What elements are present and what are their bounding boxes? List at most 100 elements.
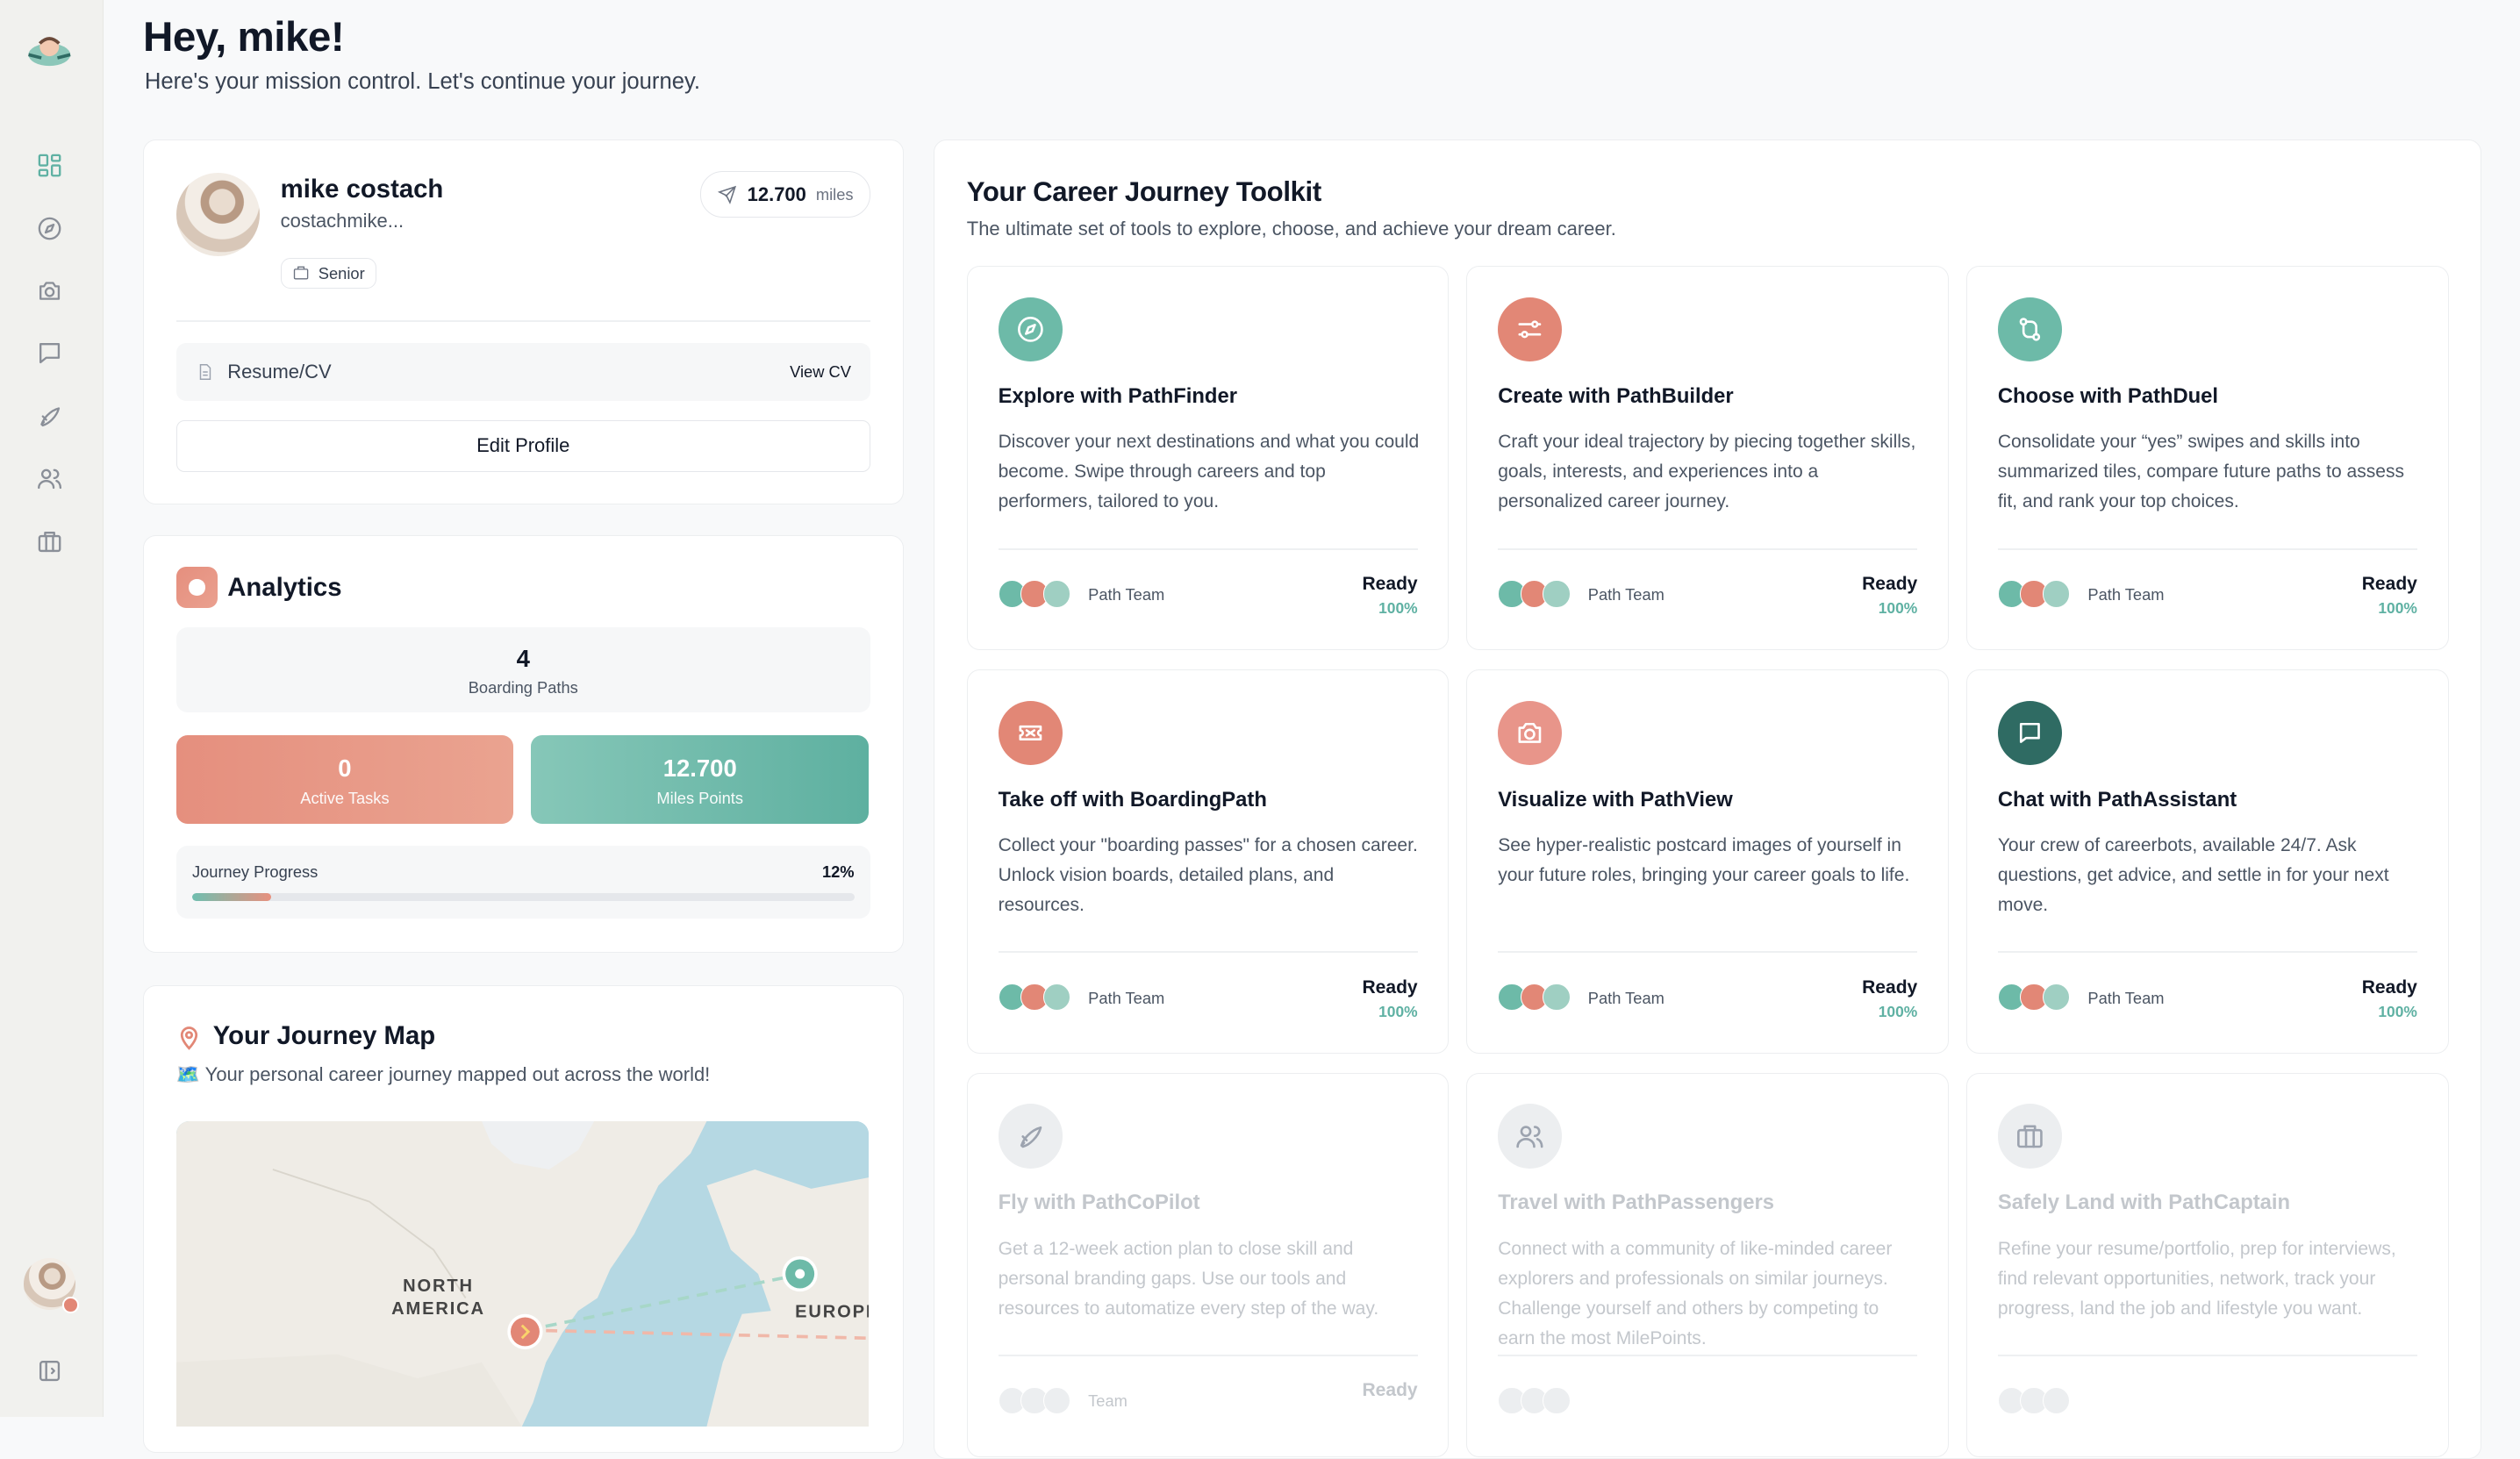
team-avatars (1498, 983, 1575, 1012)
team-avatars (998, 983, 1076, 1012)
origin-marker[interactable] (510, 1317, 540, 1347)
status-percent: 100% (2378, 1003, 2417, 1021)
tool-description: Consolidate your “yes” swipes and skills… (1997, 432, 2405, 512)
tool-card[interactable]: Explore with PathFinder Discover your nex… (966, 266, 1450, 651)
profile-name: mike costach (280, 174, 444, 204)
profile-card: mike costach costachmike... Senior 12.70… (143, 139, 904, 505)
status-label: Ready (1362, 1380, 1418, 1401)
status-label: Ready (1862, 574, 1918, 595)
status-percent: 100% (2378, 599, 2417, 618)
seniority-badge: Senior (280, 258, 377, 290)
boarding-paths-label: Boarding Paths (468, 677, 578, 697)
tool-title: Explore with PathFinder (998, 383, 1237, 408)
journey-map-subtitle: 🗺️ Your personal career journey mapped o… (175, 1062, 711, 1085)
team-label: Path Team (1587, 988, 1664, 1007)
map-label-north: NORTH (403, 1277, 474, 1296)
miles-points-value: 12.700 (662, 755, 737, 782)
divider (175, 320, 870, 323)
compare-icon (1997, 297, 2063, 362)
boarding-paths-stat: 4 Boarding Paths (175, 627, 870, 713)
tool-title: Safely Land with PathCaptain (1997, 1191, 2291, 1215)
map-pin-icon (180, 1026, 197, 1050)
divider (998, 1355, 1418, 1356)
team-label: Path Team (2087, 988, 2165, 1007)
tool-title: Visualize with PathView (1498, 787, 1733, 812)
team-label: Path Team (1088, 988, 1165, 1007)
journey-map-title: Your Journey Map (212, 1021, 436, 1051)
map-label-america: AMERICA (391, 1298, 485, 1318)
tool-card[interactable]: Create with PathBuilder Craft your ideal … (1466, 266, 1950, 651)
journey-map-card: Your Journey Map 🗺️ Your personal career… (143, 984, 904, 1453)
camera-icon[interactable] (33, 275, 66, 307)
active-tasks-label: Active Tasks (300, 789, 390, 808)
dashboard-icon[interactable] (33, 149, 66, 182)
status-label: Ready (2361, 574, 2417, 595)
tool-title: Travel with PathPassengers (1498, 1191, 1774, 1215)
chat-icon[interactable] (33, 338, 66, 370)
tool-description: Collect your "boarding passes" for a cho… (998, 835, 1418, 916)
team-avatars (1997, 983, 2075, 1012)
view-cv-link[interactable]: View CV (790, 362, 851, 382)
tool-card[interactable]: Fly with PathCoPilot Get a 12-week action… (966, 1072, 1450, 1457)
tool-card[interactable]: Safely Land with PathCaptain Refine your … (1966, 1072, 2449, 1457)
divider (998, 951, 1418, 954)
users-icon[interactable] (33, 463, 66, 496)
team-label: Path Team (2087, 584, 2165, 604)
world-map[interactable]: NORTH AMERICA EUROPE (175, 1120, 870, 1427)
team-avatars (1997, 1386, 2075, 1416)
divider (1498, 547, 1918, 550)
analytics-icon (175, 566, 218, 609)
tool-description: Craft your ideal trajectory by piecing t… (1498, 432, 1916, 512)
divider (998, 547, 1418, 550)
rocket-icon[interactable] (33, 400, 66, 433)
status-label: Ready (2361, 976, 2417, 998)
status-percent: 100% (1378, 1003, 1418, 1021)
team-avatars (998, 1386, 1076, 1416)
journey-progress: Journey Progress 12% (175, 846, 870, 919)
status-dot (62, 1297, 80, 1313)
tool-card[interactable]: Visualize with PathView See hyper-realist… (1466, 669, 1950, 1054)
chat-icon (1997, 700, 2063, 765)
tool-title: Chat with PathAssistant (1997, 787, 2237, 812)
analytics-title: Analytics (227, 573, 342, 603)
profile-avatar (175, 172, 260, 257)
tool-description: Get a 12-week action plan to close skill… (998, 1238, 1379, 1319)
resume-row: Resume/CV View CV (175, 343, 870, 402)
miles-value: 12.700 (747, 182, 806, 205)
sliders-icon (1498, 297, 1563, 362)
toolkit-card: Your Career Journey Toolkit The ultimate… (934, 139, 2482, 1459)
active-tasks-tile[interactable]: 0 Active Tasks (175, 735, 514, 824)
edit-profile-button[interactable]: Edit Profile (175, 420, 870, 472)
progress-fill (191, 892, 272, 901)
tool-card[interactable]: Take off with BoardingPath Collect your "… (966, 669, 1450, 1054)
rocket-icon (998, 1104, 1063, 1169)
profile-handle: costachmike... (280, 210, 404, 232)
tool-card[interactable]: Travel with PathPassengers Connect with a… (1466, 1072, 1950, 1457)
tool-card[interactable]: Choose with PathDuel Consolidate your “ye… (1966, 266, 2449, 651)
divider (1997, 547, 2417, 550)
miles-pill: 12.700 miles (699, 171, 870, 218)
compass-icon[interactable] (33, 212, 66, 245)
progress-label: Journey Progress (191, 862, 319, 881)
boarding-paths-value: 4 (516, 645, 530, 673)
compass-icon (998, 297, 1063, 362)
tool-description: Refine your resume/portfolio, prep for i… (1997, 1238, 2396, 1319)
miles-points-tile[interactable]: 12.700 Miles Points (531, 735, 870, 824)
app-logo[interactable] (24, 29, 75, 74)
tool-description: Connect with a community of like-minded … (1498, 1238, 1893, 1348)
divider (1997, 1355, 2417, 1356)
active-tasks-value: 0 (338, 755, 352, 782)
status-percent: 100% (1878, 1003, 1918, 1021)
briefcase-icon[interactable] (33, 526, 66, 558)
briefcase-icon (294, 267, 309, 280)
tool-card[interactable]: Chat with PathAssistant Your crew of care… (1966, 669, 2449, 1054)
toolkit-subtitle: The ultimate set of tools to explore, ch… (966, 218, 1616, 240)
status-label: Ready (1862, 976, 1918, 998)
analytics-card: Analytics 4 Boarding Paths 0 Active Task… (143, 534, 904, 954)
team-avatars (1498, 1386, 1575, 1416)
team-avatars (1997, 580, 2075, 609)
progress-track (191, 892, 855, 901)
sidebar-toggle-icon[interactable] (33, 1355, 66, 1387)
divider (1498, 951, 1918, 954)
progress-value: 12% (821, 862, 855, 881)
